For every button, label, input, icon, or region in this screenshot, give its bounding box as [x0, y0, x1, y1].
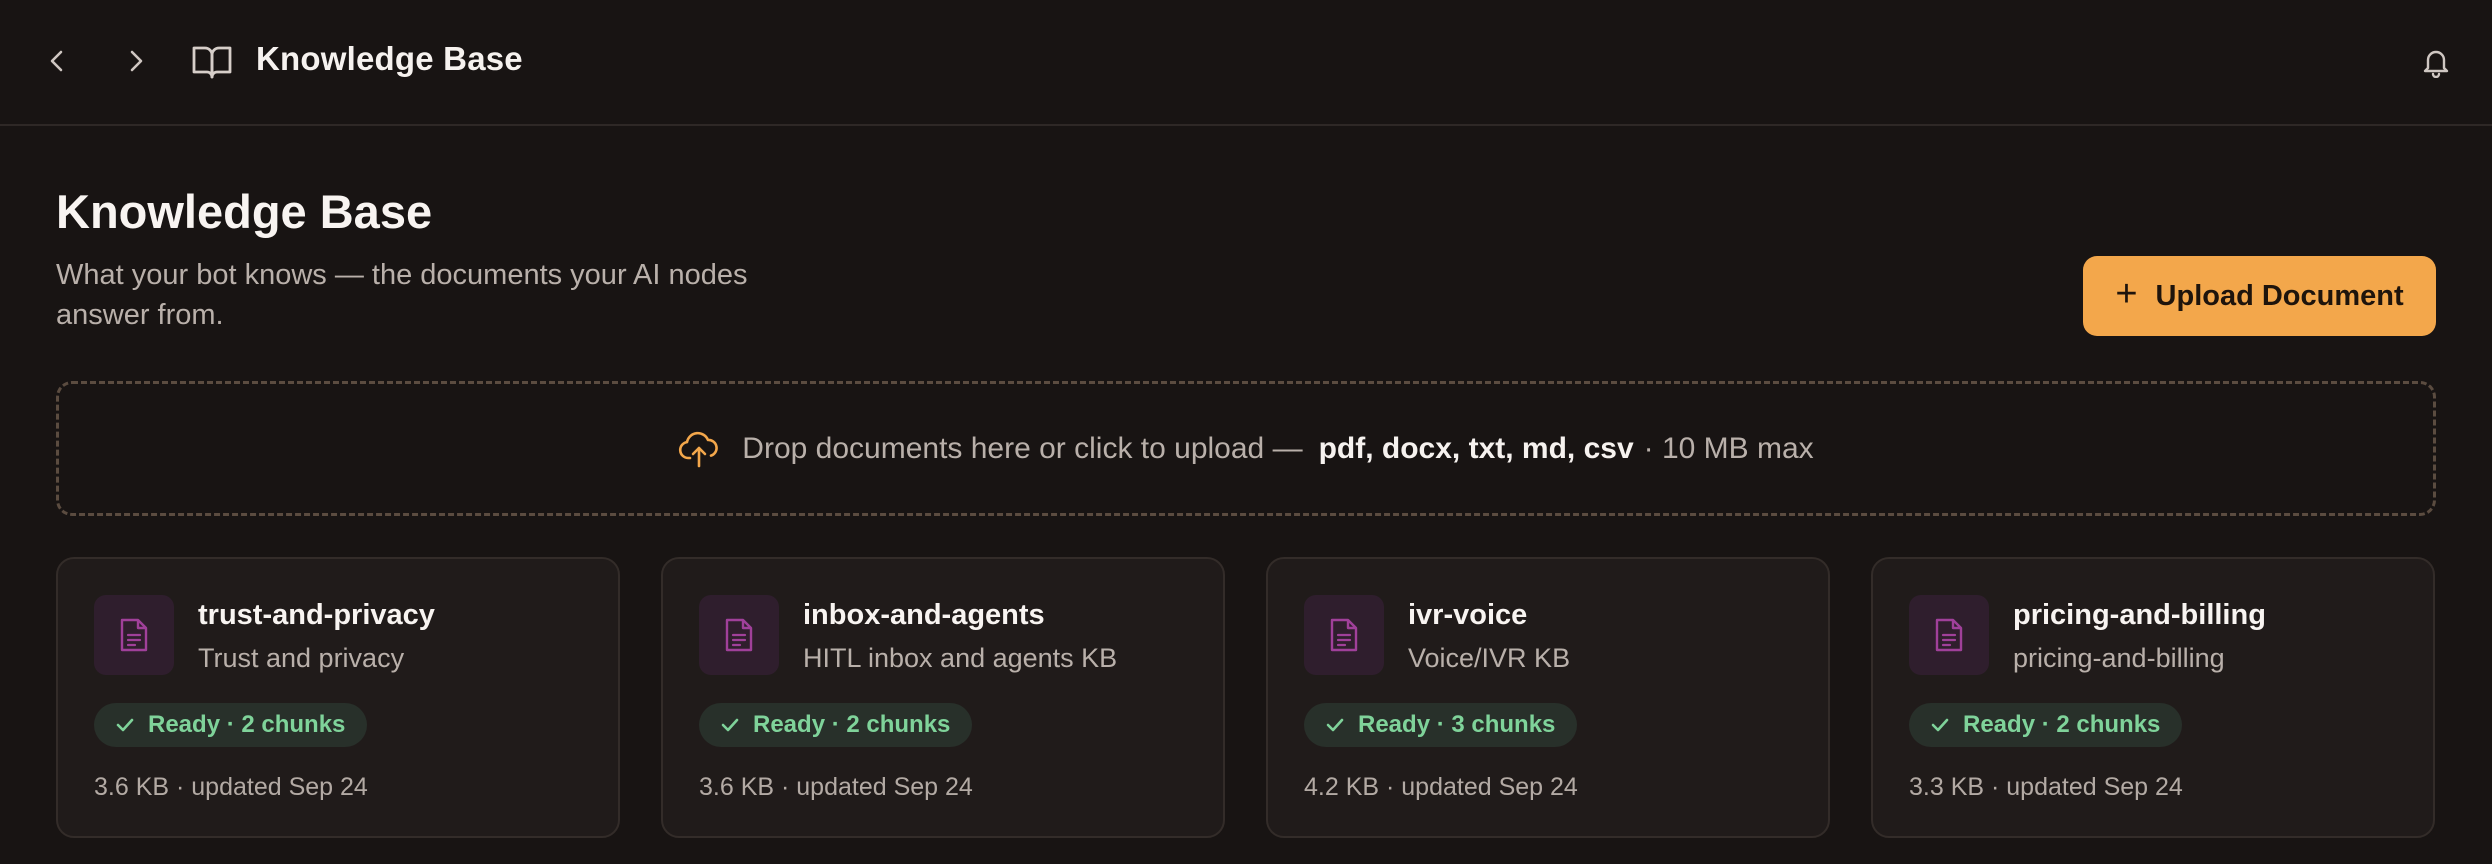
- status-badge: Ready · 2 chunks: [699, 703, 973, 747]
- dropzone-text: Drop documents here or click to upload —: [742, 431, 1303, 465]
- check-icon: [1326, 718, 1344, 732]
- page-title: Knowledge Base: [56, 185, 433, 238]
- document-meta: 3.6 KB · updated Sep 24: [699, 773, 973, 801]
- document-name: trust-and-privacy: [198, 599, 435, 631]
- document-card[interactable]: trust-and-privacy Trust and privacy Read…: [56, 557, 620, 838]
- document-description: HITL inbox and agents KB: [803, 643, 1118, 673]
- document-name: ivr-voice: [1408, 599, 1528, 631]
- status-text: Ready · 2 chunks: [148, 711, 346, 738]
- status-badge: Ready · 2 chunks: [1909, 703, 2183, 747]
- document-card[interactable]: pricing-and-billing pricing-and-billing …: [1871, 557, 2435, 838]
- upload-document-button[interactable]: + Upload Document: [2083, 256, 2436, 336]
- document-icon: [120, 618, 148, 652]
- dropzone-formats: pdf, docx, txt, md, csv: [1318, 431, 1634, 465]
- document-meta: 4.2 KB · updated Sep 24: [1304, 773, 1578, 801]
- document-icon-tile: [1909, 595, 1989, 675]
- status-text: Ready · 3 chunks: [1358, 711, 1556, 738]
- document-description: Trust and privacy: [198, 643, 405, 673]
- topbar-title: Knowledge Base: [256, 40, 523, 77]
- status-badge: Ready · 2 chunks: [94, 703, 368, 747]
- document-description: Voice/IVR KB: [1408, 643, 1571, 673]
- document-name: pricing-and-billing: [2013, 599, 2266, 631]
- chevron-right-icon: [130, 50, 143, 72]
- page-subtitle: What your bot knows — the documents your…: [56, 259, 748, 331]
- upload-document-label: Upload Document: [2155, 279, 2404, 312]
- check-icon: [721, 718, 739, 732]
- cloud-upload-icon: [679, 431, 719, 467]
- document-meta: 3.6 KB · updated Sep 24: [94, 773, 368, 801]
- forward-button[interactable]: [117, 38, 155, 84]
- check-icon: [1931, 718, 1949, 732]
- book-icon: [192, 46, 232, 79]
- status-text: Ready · 2 chunks: [753, 711, 951, 738]
- document-description: pricing-and-billing: [2013, 643, 2225, 673]
- document-icon-tile: [699, 595, 779, 675]
- bell-icon: [2423, 50, 2449, 78]
- document-icon-tile: [94, 595, 174, 675]
- document-grid: trust-and-privacy Trust and privacy Read…: [56, 557, 2436, 838]
- upload-dropzone[interactable]: Drop documents here or click to upload —…: [56, 381, 2436, 516]
- document-card[interactable]: inbox-and-agents HITL inbox and agents K…: [661, 557, 1225, 838]
- document-icon-tile: [1304, 595, 1384, 675]
- chevron-left-icon: [50, 50, 63, 72]
- dropzone-size-limit: · 10 MB max: [1643, 431, 1814, 465]
- document-card[interactable]: ivr-voice Voice/IVR KB Ready · 3 chunks …: [1266, 557, 1830, 838]
- back-button[interactable]: [38, 38, 76, 84]
- top-bar: Knowledge Base: [0, 0, 2492, 126]
- document-icon: [1935, 618, 1963, 652]
- document-name: inbox-and-agents: [803, 599, 1045, 631]
- document-icon: [725, 618, 753, 652]
- status-text: Ready · 2 chunks: [1963, 711, 2161, 738]
- document-meta: 3.3 KB · updated Sep 24: [1909, 773, 2183, 801]
- plus-icon: +: [2115, 273, 2138, 315]
- status-badge: Ready · 3 chunks: [1304, 703, 1578, 747]
- document-icon: [1330, 618, 1358, 652]
- notifications-button[interactable]: [2416, 42, 2456, 82]
- check-icon: [116, 718, 134, 732]
